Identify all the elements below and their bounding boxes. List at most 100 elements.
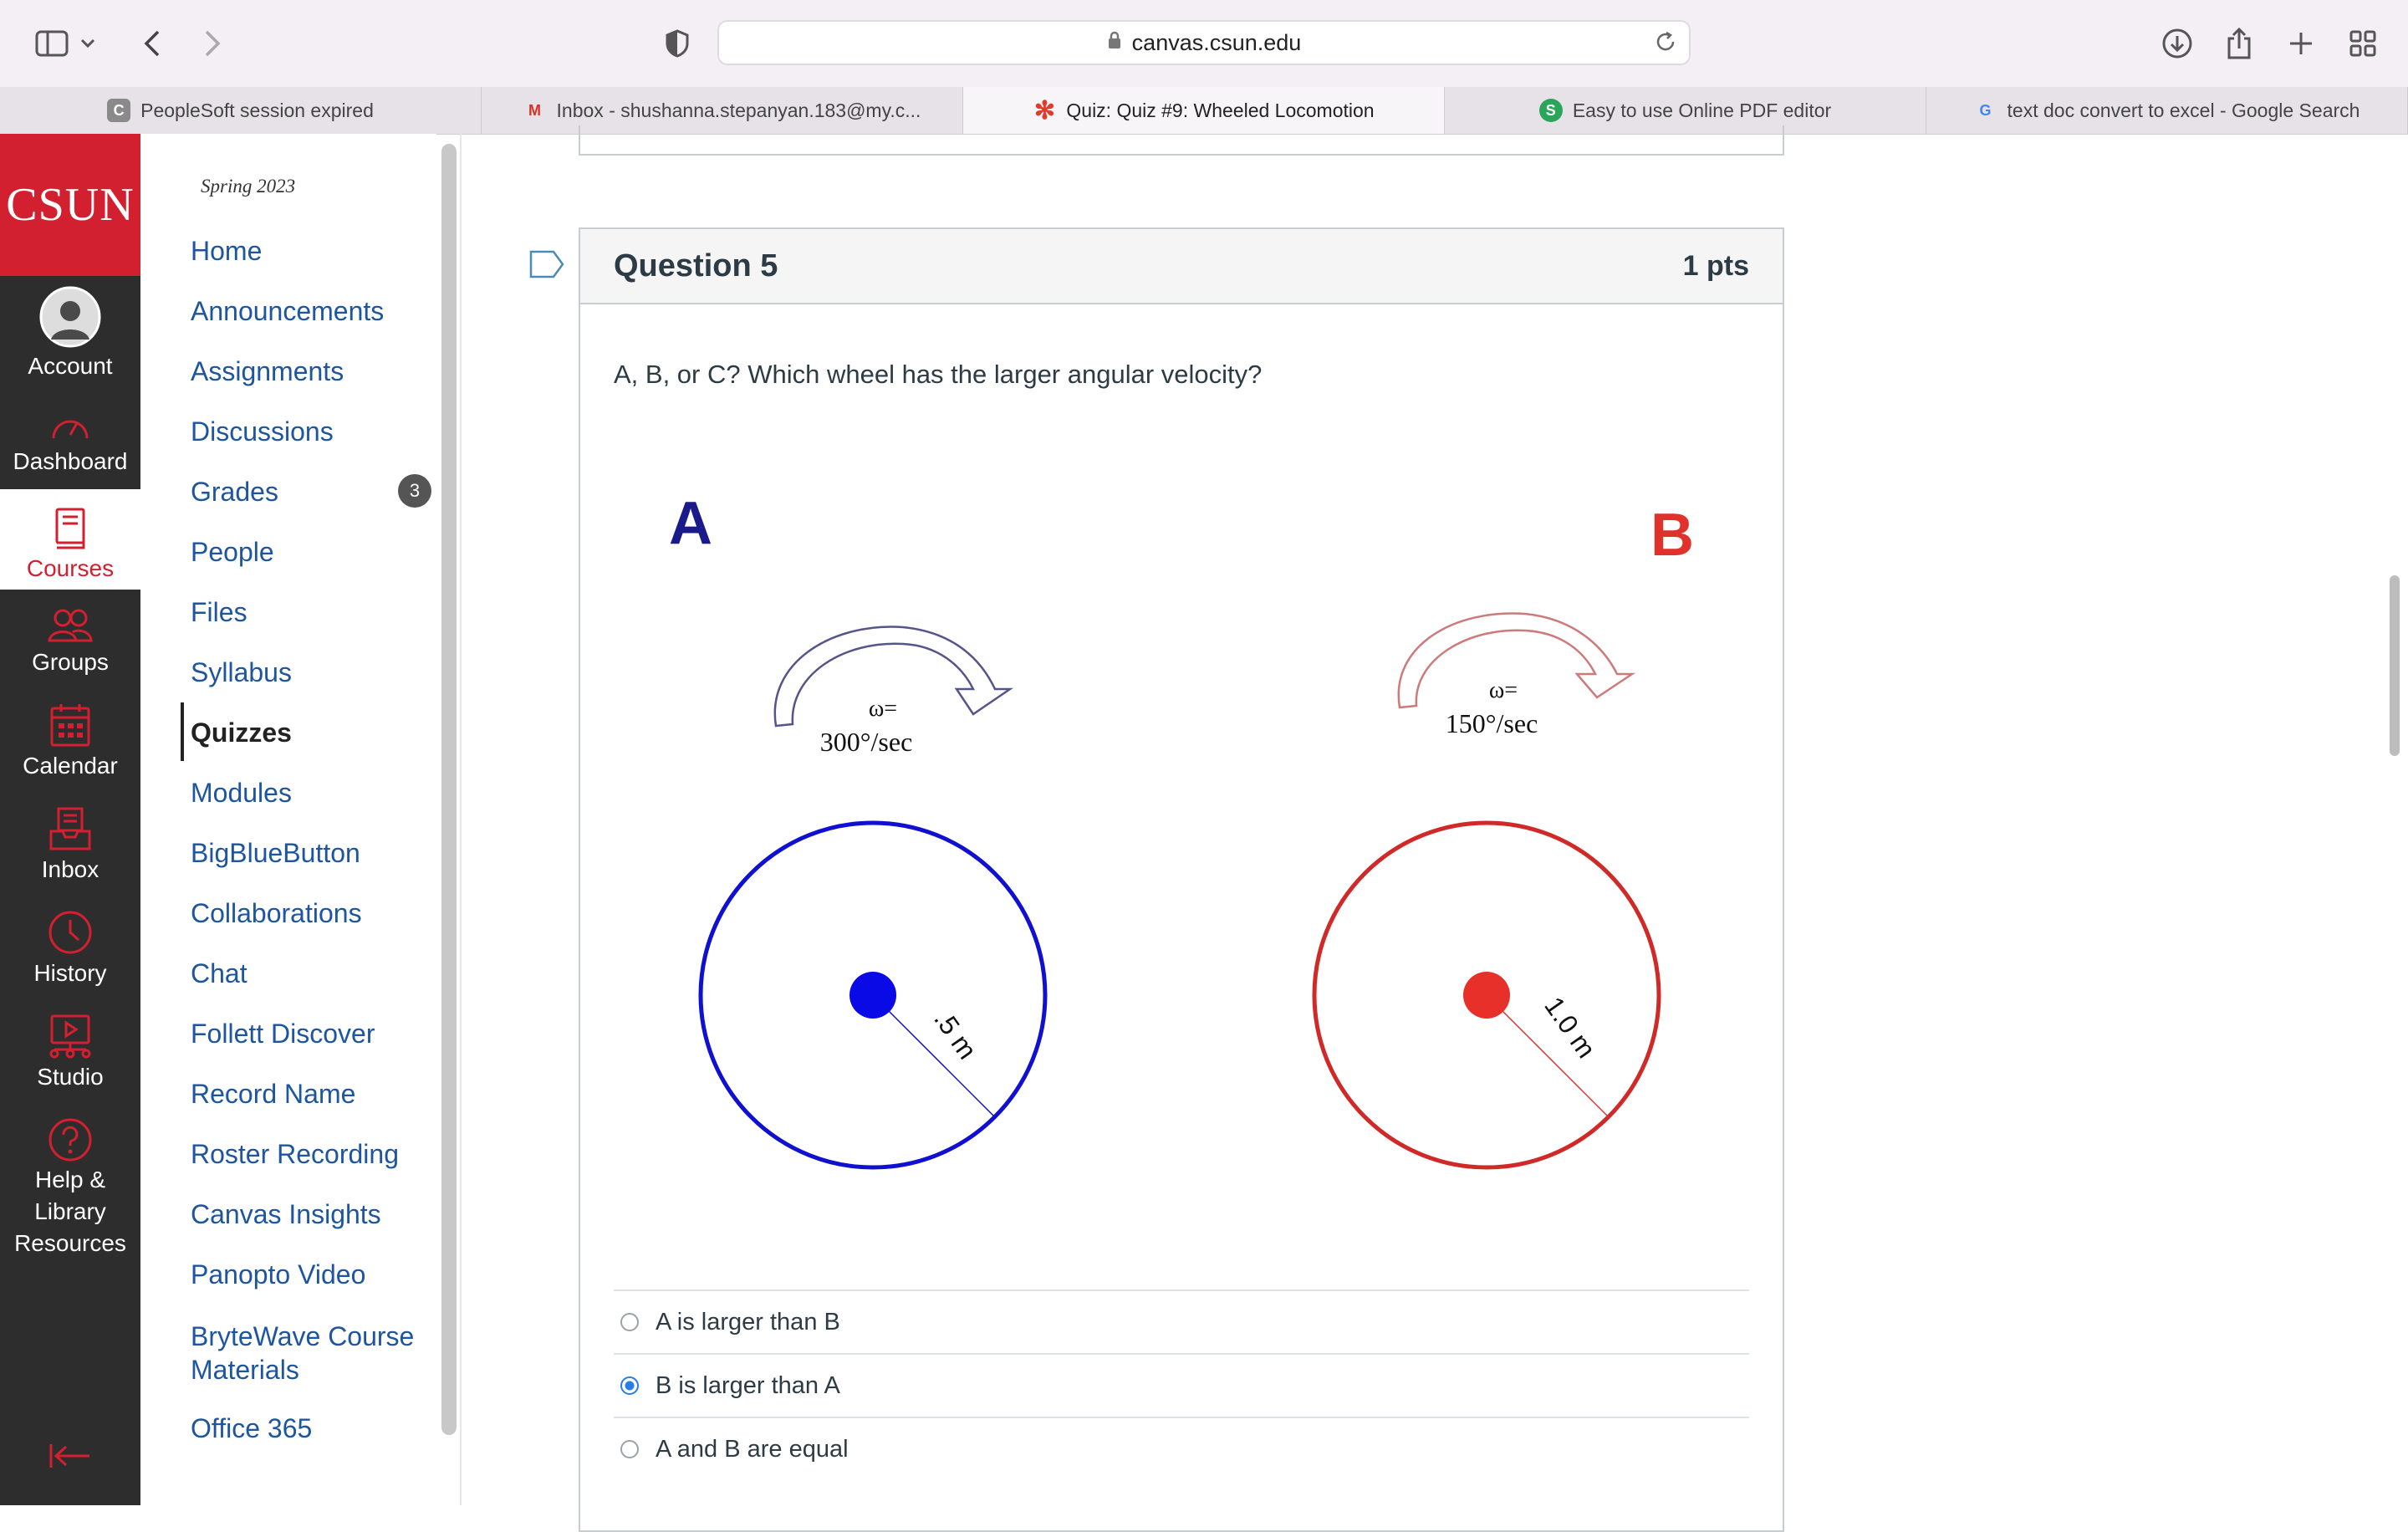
global-nav-label: History [33, 960, 107, 986]
global-nav-calendar[interactable]: Calendar [0, 702, 140, 779]
tab-label: text doc convert to excel - Google Searc… [2007, 99, 2360, 121]
help-icon [48, 1118, 92, 1162]
new-tab-icon[interactable] [2279, 22, 2323, 65]
global-nav-account[interactable]: Account [0, 286, 140, 380]
tab-label: PeopleSoft session expired [140, 99, 374, 121]
page-scrollbar[interactable] [2390, 575, 2400, 756]
tab-google-search[interactable]: G text doc convert to excel - Google Sea… [1926, 87, 2408, 134]
course-nav-scrollbar[interactable] [441, 144, 457, 1435]
course-nav-canvas-insights[interactable]: Canvas Insights [191, 1199, 381, 1230]
course-nav-collaborations[interactable]: Collaborations [191, 898, 362, 929]
tab-overview-icon[interactable] [2341, 22, 2385, 65]
question-points: 1 pts [1682, 249, 1749, 282]
course-nav-roster-recording[interactable]: Roster Recording [191, 1139, 399, 1170]
calendar-icon [50, 704, 90, 747]
courses-icon [55, 508, 85, 549]
answer-radio[interactable] [620, 1313, 639, 1331]
pdf-editor-favicon-icon: S [1538, 99, 1563, 122]
global-nav-history[interactable]: History [0, 910, 140, 987]
answer-option-b-larger[interactable]: B is larger than A [614, 1353, 1749, 1417]
peoplesoft-favicon-icon: C [107, 99, 131, 122]
course-nav-grades[interactable]: Grades [191, 477, 278, 508]
answer-radio[interactable] [620, 1440, 639, 1458]
course-navigation: Spring 2023 Home Announcements Assignmen… [140, 134, 457, 1505]
answer-option-a-larger[interactable]: A is larger than B [614, 1289, 1749, 1353]
course-nav-record-name[interactable]: Record Name [191, 1079, 355, 1110]
studio-icon [49, 1014, 91, 1059]
browser-toolbar: canvas.csun.edu [0, 0, 2408, 88]
course-nav-people[interactable]: People [191, 537, 274, 568]
course-nav-announcements[interactable]: Announcements [191, 296, 384, 327]
wheel-a-hub [849, 972, 896, 1019]
wheel-b-label: B [1650, 502, 1694, 569]
collapse-nav-button[interactable] [0, 1442, 140, 1475]
global-nav-studio[interactable]: Studio [0, 1014, 140, 1090]
global-navigation: CSUN Account Dashboard Courses Groups Ca… [0, 134, 140, 1505]
global-nav-groups[interactable]: Groups [0, 607, 140, 676]
csun-logo[interactable]: CSUN [0, 134, 140, 276]
global-nav-label: Account [28, 353, 113, 379]
answer-radio-selected[interactable] [620, 1376, 639, 1395]
history-clock-icon [48, 911, 92, 954]
course-nav-files[interactable]: Files [191, 597, 247, 628]
global-nav-courses[interactable]: Courses [0, 507, 140, 582]
answer-option-equal[interactable]: A and B are equal [614, 1417, 1749, 1480]
question-card: Question 5 1 pts A, B, or C? Which wheel… [579, 227, 1784, 1532]
course-nav-modules[interactable]: Modules [191, 778, 292, 809]
global-nav-inbox[interactable]: Inbox [0, 806, 140, 883]
global-nav-label: Dashboard [13, 448, 128, 474]
share-icon[interactable] [2217, 22, 2261, 65]
course-nav-home[interactable]: Home [191, 236, 262, 267]
wheel-a-radius-line [872, 994, 996, 1118]
course-nav-follett-discover[interactable]: Follett Discover [191, 1019, 375, 1049]
previous-question-bottom [579, 125, 1784, 156]
global-nav-label: Calendar [23, 753, 118, 779]
download-icon[interactable] [2155, 22, 2199, 65]
wheel-b-omega-value: 150°/sec [1446, 708, 1538, 738]
privacy-shield-icon[interactable] [656, 22, 699, 65]
answer-label: B is larger than A [656, 1371, 840, 1399]
course-nav-brytewave[interactable]: BryteWave Course Materials [191, 1320, 433, 1386]
dashboard-icon [52, 420, 89, 439]
global-nav-label: Studio [37, 1064, 104, 1090]
answer-label: A is larger than B [656, 1308, 840, 1335]
address-bar[interactable]: canvas.csun.edu [717, 20, 1691, 65]
course-nav-bigbluebutton[interactable]: BigBlueButton [191, 838, 360, 869]
wheel-a-label: A [669, 490, 712, 557]
global-nav-dashboard[interactable]: Dashboard [0, 410, 140, 475]
inbox-icon [49, 807, 91, 850]
global-nav-label: Groups [32, 649, 109, 675]
course-nav-divider [460, 134, 462, 1505]
wheel-a-omega-label: ω= [869, 696, 897, 722]
lock-icon [1107, 30, 1122, 56]
course-nav-quizzes[interactable]: Quizzes [191, 717, 292, 748]
course-nav-office-365[interactable]: Office 365 [191, 1413, 312, 1444]
question-title: Question 5 [614, 248, 778, 283]
url-text: canvas.csun.edu [1131, 29, 1302, 55]
tab-label: Quiz: Quiz #9: Wheeled Locomotion [1066, 99, 1375, 121]
course-nav-discussions[interactable]: Discussions [191, 416, 334, 447]
question-text: A, B, or C? Which wheel has the larger a… [614, 360, 1263, 389]
wheel-a-radius-label: .5 m [928, 1004, 982, 1065]
tab-peoplesoft[interactable]: C PeopleSoft session expired [0, 87, 482, 134]
wheel-b-hub [1463, 972, 1510, 1019]
canvas-favicon-icon: ✻ [1033, 96, 1055, 125]
course-nav-chat[interactable]: Chat [191, 958, 247, 989]
back-icon[interactable] [130, 22, 174, 65]
flag-question-icon[interactable] [528, 249, 565, 283]
sidebar-toggle-icon[interactable] [30, 22, 74, 65]
groups-icon [48, 609, 93, 642]
global-nav-label: Help & Library Resources [14, 1167, 126, 1256]
wheel-b-radius-label: 1.0 m [1538, 991, 1601, 1063]
answer-label: A and B are equal [656, 1435, 849, 1463]
course-nav-assignments[interactable]: Assignments [191, 356, 344, 387]
reload-icon[interactable] [1654, 30, 1677, 59]
wheel-b-omega-label: ω= [1489, 677, 1518, 703]
question-header: Question 5 1 pts [580, 229, 1783, 304]
chevron-down-icon[interactable] [75, 22, 100, 65]
term-label: Spring 2023 [201, 176, 296, 197]
global-nav-help[interactable]: Help & Library Resources [0, 1117, 140, 1259]
forward-icon[interactable] [191, 22, 234, 65]
course-nav-syllabus[interactable]: Syllabus [191, 657, 292, 688]
course-nav-panopto-video[interactable]: Panopto Video [191, 1259, 365, 1290]
